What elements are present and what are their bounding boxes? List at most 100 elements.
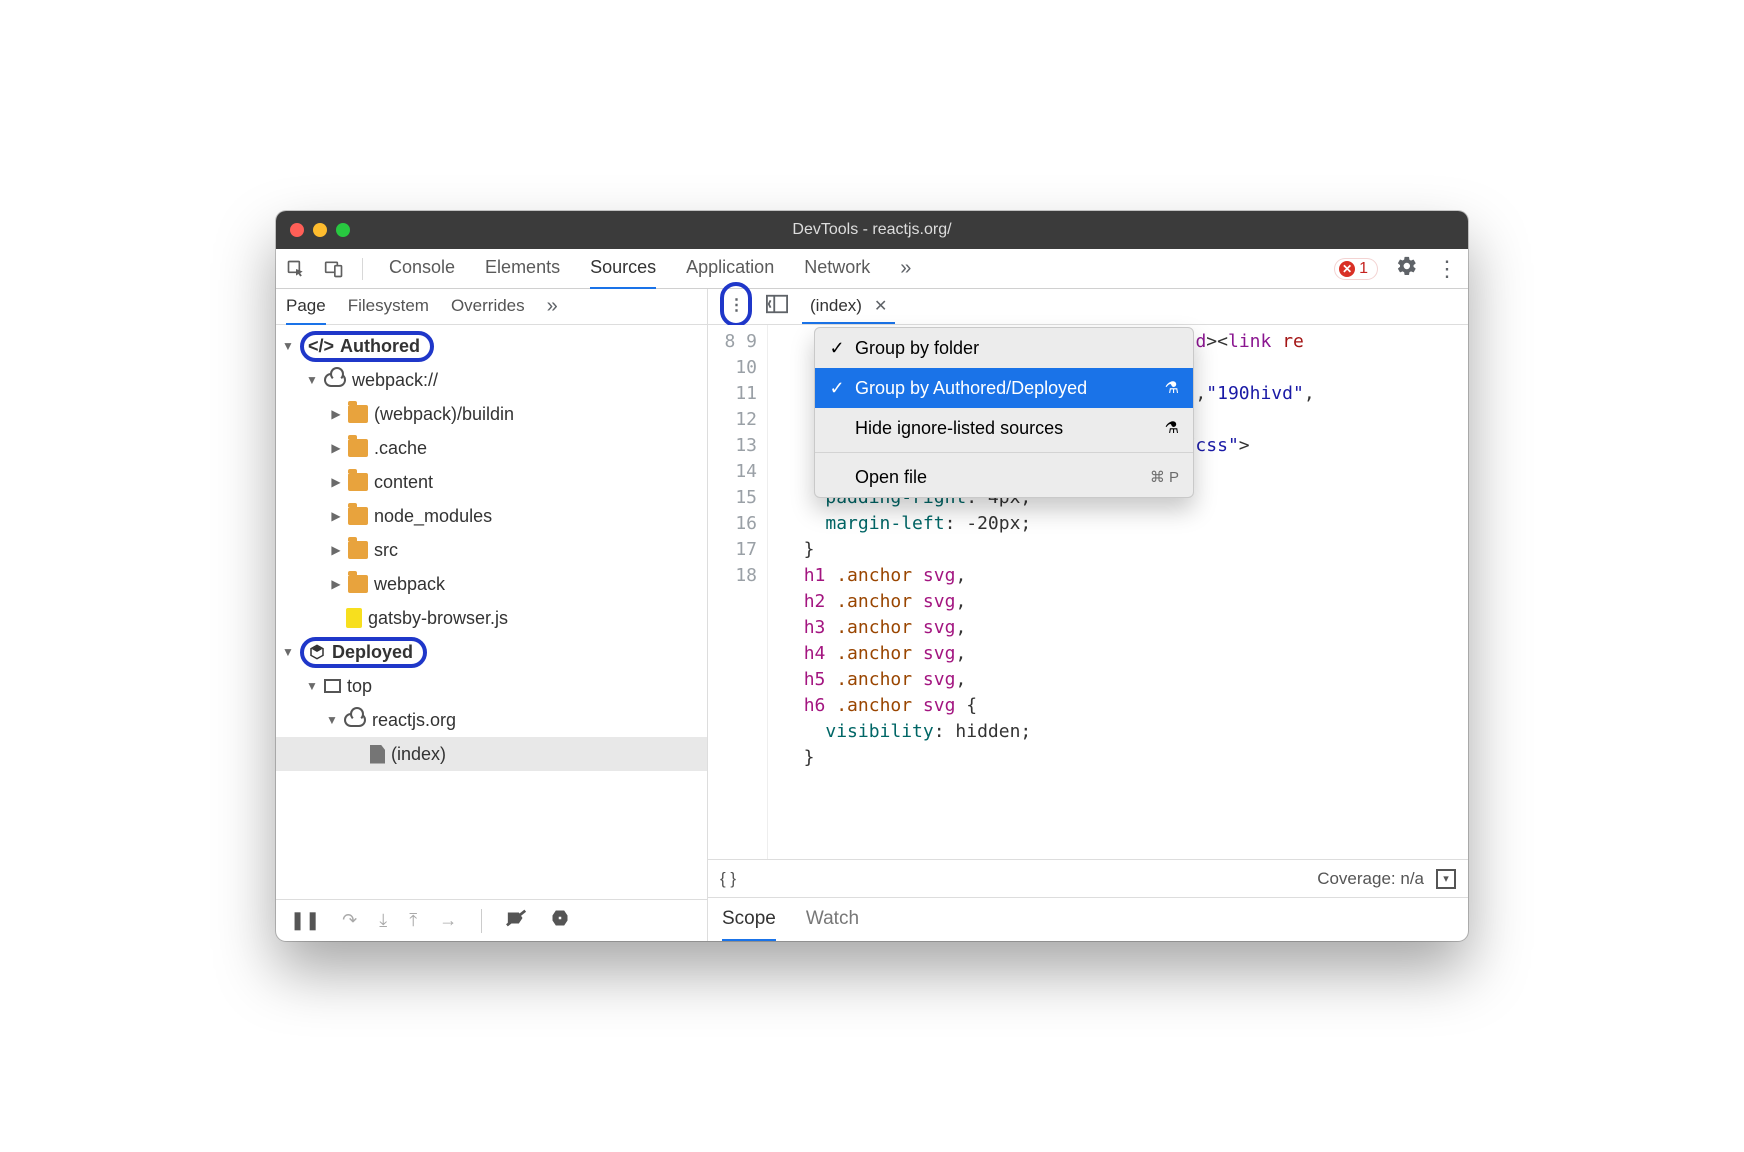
folder-label: content xyxy=(374,472,433,493)
file-label: gatsby-browser.js xyxy=(368,608,508,629)
tree-webpack-domain[interactable]: ▼ webpack:// xyxy=(276,363,707,397)
document-file-icon xyxy=(370,745,385,764)
disclosure-triangle-icon[interactable]: ▶ xyxy=(330,407,342,421)
navigator-tab-page[interactable]: Page xyxy=(286,289,326,325)
menu-item-hide-ignore-listed[interactable]: Hide ignore-listed sources ⚗ xyxy=(815,408,1193,448)
navigator-tab-filesystem[interactable]: Filesystem xyxy=(348,289,429,325)
coverage-label: Coverage: n/a xyxy=(1317,869,1424,889)
tab-watch[interactable]: Watch xyxy=(806,899,859,941)
tree-folder[interactable]: ▶ content xyxy=(276,465,707,499)
top-label: top xyxy=(347,676,372,697)
disclosure-triangle-icon[interactable]: ▶ xyxy=(330,509,342,523)
sources-options-menu: ✓ Group by folder ✓ Group by Authored/De… xyxy=(814,327,1194,498)
tree-authored-group[interactable]: ▼ </> Authored xyxy=(276,329,707,363)
js-file-icon xyxy=(346,608,362,628)
folder-icon xyxy=(348,473,368,491)
coverage-toggle-icon[interactable]: ▾ xyxy=(1436,869,1456,889)
menu-item-group-by-folder[interactable]: ✓ Group by folder xyxy=(815,328,1193,368)
tab-elements[interactable]: Elements xyxy=(485,248,560,289)
disclosure-triangle-icon[interactable]: ▶ xyxy=(330,577,342,591)
tab-sources[interactable]: Sources xyxy=(590,248,656,289)
tree-file[interactable]: gatsby-browser.js xyxy=(276,601,707,635)
authored-label: Authored xyxy=(340,336,420,357)
folder-icon xyxy=(348,439,368,457)
debugger-divider xyxy=(481,909,482,933)
menu-item-group-authored-deployed[interactable]: ✓ Group by Authored/Deployed ⚗ xyxy=(815,368,1193,408)
step-icon[interactable]: → xyxy=(439,910,457,931)
deployed-highlight-ring: Deployed xyxy=(300,637,427,668)
more-panels-icon[interactable]: » xyxy=(900,257,911,280)
pause-on-exceptions-icon[interactable] xyxy=(550,908,570,933)
main-kebab-icon[interactable]: ⋮ xyxy=(1436,256,1458,282)
zoom-window-button[interactable] xyxy=(336,223,350,237)
error-count-pill[interactable]: ✕ 1 xyxy=(1334,258,1378,280)
debugger-controls: ❚❚ ↷ ⤓ ⤒ → xyxy=(276,899,707,941)
check-icon: ✓ xyxy=(829,338,845,359)
disclosure-triangle-icon[interactable]: ▼ xyxy=(282,645,294,659)
pause-icon[interactable]: ❚❚ xyxy=(290,910,320,931)
disclosure-triangle-icon[interactable]: ▶ xyxy=(330,475,342,489)
tab-console[interactable]: Console xyxy=(389,248,455,289)
cloud-icon xyxy=(324,373,346,387)
device-toolbar-icon[interactable] xyxy=(324,259,344,279)
close-window-button[interactable] xyxy=(290,223,304,237)
disclosure-triangle-icon[interactable]: ▶ xyxy=(330,543,342,557)
menu-label: Hide ignore-listed sources xyxy=(855,418,1155,439)
main-toolbar: Console Elements Sources Application Net… xyxy=(276,249,1468,289)
folder-icon xyxy=(348,541,368,559)
disclosure-triangle-icon[interactable]: ▶ xyxy=(330,441,342,455)
step-out-icon[interactable]: ⤒ xyxy=(409,910,417,931)
folder-label: node_modules xyxy=(374,506,492,527)
tree-folder[interactable]: ▶src xyxy=(276,533,707,567)
menu-separator xyxy=(815,452,1193,453)
tree-top-frame[interactable]: ▼ top xyxy=(276,669,707,703)
open-file-name: (index) xyxy=(810,296,862,316)
tree-folder[interactable]: ▶ node_modules xyxy=(276,499,707,533)
step-into-icon[interactable]: ⤓ xyxy=(379,910,387,931)
folder-icon xyxy=(348,575,368,593)
open-file-tab[interactable]: (index) ✕ xyxy=(802,290,895,324)
folder-label: (webpack)/buildin xyxy=(374,404,514,425)
navigator-tab-overrides[interactable]: Overrides xyxy=(451,289,525,325)
authored-code-icon: </> xyxy=(308,336,334,357)
folder-label: webpack xyxy=(374,574,445,595)
step-over-icon[interactable]: ↷ xyxy=(342,910,357,931)
tree-folder[interactable]: ▶ (webpack)/buildin xyxy=(276,397,707,431)
devtools-window: DevTools - reactjs.org/ Console Elements… xyxy=(276,211,1468,941)
tree-deployed-group[interactable]: ▼ Deployed xyxy=(276,635,707,669)
tree-folder[interactable]: ▶ webpack xyxy=(276,567,707,601)
menu-label: Open file xyxy=(855,467,1140,488)
experiment-flask-icon: ⚗ xyxy=(1165,378,1179,398)
disclosure-triangle-icon[interactable]: ▼ xyxy=(326,713,338,727)
pretty-print-icon[interactable]: { } xyxy=(720,869,736,889)
tree-file-index[interactable]: (index) xyxy=(276,737,707,771)
editor-footer: { } Coverage: n/a ▾ xyxy=(708,859,1468,897)
file-tree[interactable]: ▼ </> Authored ▼ webpack:// ▶ (webpack)/b… xyxy=(276,325,707,899)
tab-network[interactable]: Network xyxy=(804,248,870,289)
disclosure-triangle-icon[interactable]: ▼ xyxy=(306,373,318,387)
menu-item-open-file[interactable]: Open file ⌘ P xyxy=(815,457,1193,497)
minimize-window-button[interactable] xyxy=(313,223,327,237)
traffic-lights xyxy=(290,223,350,237)
folder-label: .cache xyxy=(374,438,427,459)
inspect-element-icon[interactable] xyxy=(286,259,306,279)
deployed-cube-icon xyxy=(308,643,326,661)
tab-scope[interactable]: Scope xyxy=(722,899,776,941)
disclosure-triangle-icon[interactable]: ▼ xyxy=(306,679,318,693)
settings-gear-icon[interactable] xyxy=(1396,255,1418,283)
disclosure-triangle-icon[interactable]: ▼ xyxy=(282,339,294,353)
toggle-navigator-icon[interactable] xyxy=(766,294,788,319)
deactivate-breakpoints-icon[interactable] xyxy=(506,908,528,933)
tree-folder[interactable]: ▶ .cache xyxy=(276,431,707,465)
tree-domain[interactable]: ▼ reactjs.org xyxy=(276,703,707,737)
folder-icon xyxy=(348,507,368,525)
webpack-label: webpack:// xyxy=(352,370,438,391)
close-file-icon[interactable]: ✕ xyxy=(870,296,887,316)
toolbar-divider xyxy=(362,258,363,280)
sources-subtoolbar: Page Filesystem Overrides » ⋮ (index) ✕ xyxy=(276,289,1468,325)
line-gutter: 8 9 10 11 12 13 14 15 16 17 18 xyxy=(708,325,768,859)
sources-more-options-button[interactable]: ⋮ xyxy=(720,282,752,327)
cloud-icon xyxy=(344,713,366,727)
experiment-flask-icon: ⚗ xyxy=(1165,418,1179,438)
navigator-more-icon[interactable]: » xyxy=(547,295,558,318)
